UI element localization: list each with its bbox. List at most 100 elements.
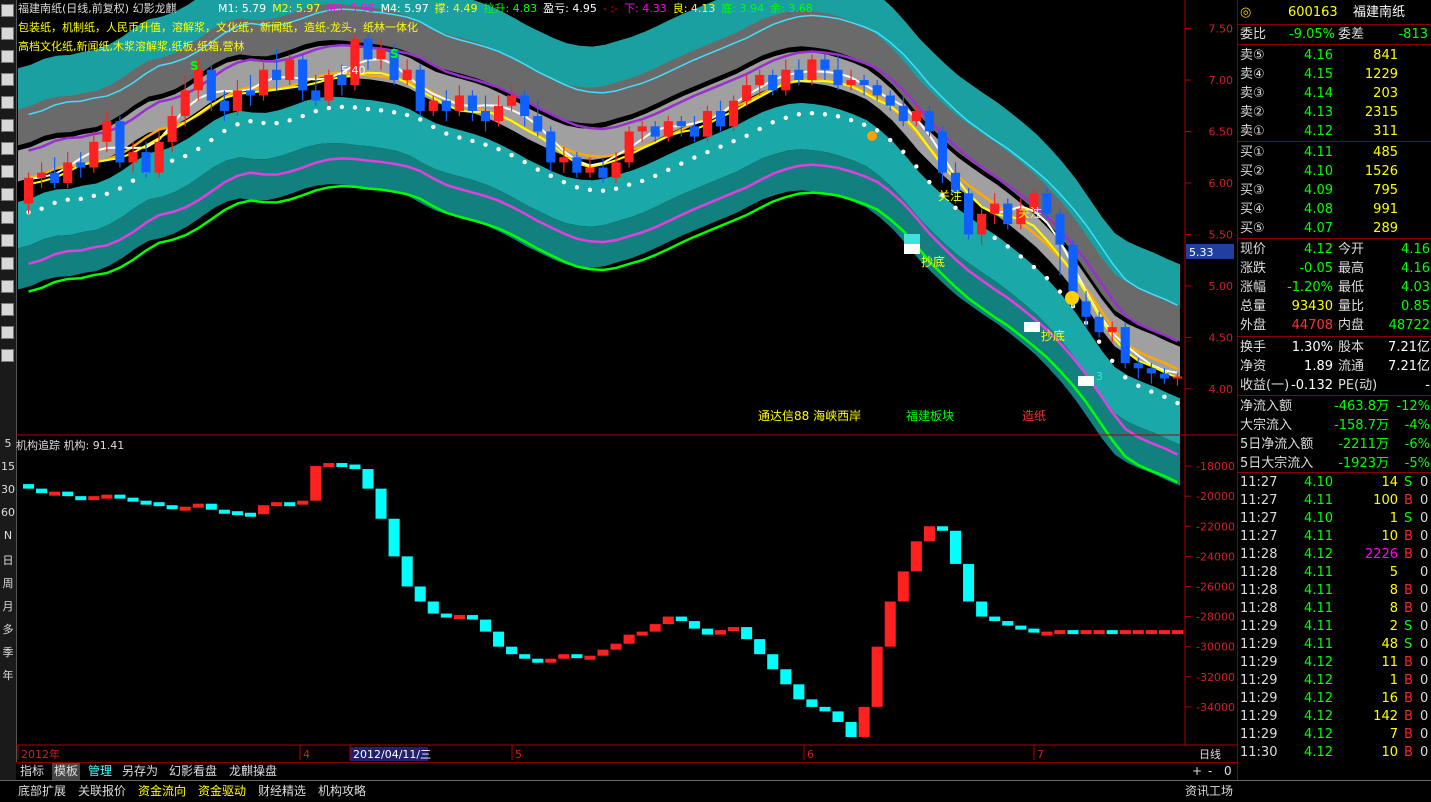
bottom-tab[interactable]: 财经精选 [258, 782, 306, 800]
candle-body [781, 69, 791, 91]
tick-time: 11:29 [1240, 637, 1278, 652]
sell-level: 卖⑤ 4.16 841 [1238, 46, 1431, 65]
tick-side: B [1404, 601, 1413, 616]
sell-label: 卖⑤ [1240, 48, 1265, 63]
period-button[interactable]: 年 [1, 667, 15, 683]
stat-row: 收益(一) -0.132 PE(动) - [1238, 376, 1431, 395]
dot-marker [222, 128, 227, 134]
stat-row: 现价 4.12 今开 4.16 [1238, 240, 1431, 259]
candle [624, 126, 634, 168]
zoom-control[interactable]: 0 [1222, 763, 1234, 780]
rsi-icon[interactable] [1, 234, 14, 247]
candle-body [350, 38, 360, 86]
chart-icon[interactable] [1, 4, 14, 17]
period-button[interactable]: 月 [1, 598, 15, 614]
indicator-tab[interactable]: 另存为 [120, 763, 160, 780]
buy-volume: 795 [1373, 183, 1398, 198]
tick-price: 4.11 [1304, 601, 1333, 616]
k-icon[interactable] [1, 27, 14, 40]
candle-body [298, 59, 308, 91]
bottom-tab[interactable]: 资金流向 [138, 782, 186, 800]
clock-icon[interactable] [1, 326, 14, 339]
dot-marker [874, 128, 880, 133]
info-workshop-tab[interactable]: 资讯工场 [1185, 782, 1233, 800]
ruler-icon[interactable] [1, 349, 14, 362]
candle-body [324, 74, 334, 101]
candle-body [807, 59, 817, 81]
institution-bar [323, 463, 335, 468]
dot-marker [901, 149, 906, 155]
candle [585, 157, 595, 178]
chart-area[interactable]: 7.50 7.00 6.50 6.00 5.50 5.00 4.50 4.00 5.33 关注 关注… [16, 0, 1237, 762]
indicator-tab[interactable]: 龙麒操盘 [227, 763, 279, 780]
dot-marker [365, 107, 371, 112]
period-button[interactable]: 多 [1, 621, 15, 637]
plus-icon[interactable] [1, 303, 14, 316]
indicator-tab[interactable]: 指标 [18, 763, 46, 780]
stock-code: 600163 [1288, 5, 1338, 20]
indicator-tab[interactable]: 幻影看盘 [167, 763, 219, 780]
bottom-tab[interactable]: 底部扩展 [18, 782, 66, 800]
institution-bar [1054, 630, 1066, 635]
zoom-control[interactable]: - [1206, 763, 1214, 780]
price-tick-label: 5.50 [1209, 228, 1234, 241]
red-icon[interactable] [1, 257, 14, 270]
period-button[interactable]: N [1, 529, 15, 542]
bottom-tab[interactable]: 关联报价 [78, 782, 126, 800]
stat-label: 流通 [1338, 359, 1365, 374]
indicator-legend: M1: 5.79 M2: 5.97 M3: 5.96 M4: 5.97 撑: 4.49 拉… [218, 0, 819, 16]
stat-value: -0.132 [1291, 378, 1333, 393]
candle [298, 54, 308, 101]
candle-body [624, 131, 634, 163]
bottom-pick-label: 抄底 [921, 254, 945, 269]
price-tick-label: 5.00 [1209, 280, 1234, 293]
institution-bar [610, 643, 622, 650]
arrow-icon[interactable] [1, 280, 14, 293]
dot-marker [235, 122, 240, 127]
candle-body [63, 162, 73, 183]
period-button[interactable]: 15 [1, 460, 15, 473]
t-icon[interactable] [1, 73, 14, 86]
candle [728, 95, 739, 132]
cursor-icon[interactable] [1, 188, 14, 201]
line-icon[interactable] [1, 119, 14, 132]
dot-marker [196, 146, 201, 152]
indicator-tab[interactable]: 管理 [86, 763, 114, 780]
tick-side: B [1404, 691, 1413, 706]
price-tick-label: 4.50 [1209, 331, 1234, 344]
indicator-tab[interactable]: 模板 [52, 763, 81, 780]
kline-chart[interactable]: 7.507.006.506.005.505.004.504.005.33关注关注… [16, 0, 1237, 762]
tick-volume: 10 [1381, 529, 1398, 544]
bottom-tab[interactable]: 机构攻略 [318, 782, 366, 800]
candle-body [1055, 213, 1065, 245]
price-tick-label: 6.50 [1209, 126, 1234, 139]
period-button[interactable]: 5 [1, 437, 15, 450]
zoom-control[interactable]: + [1190, 763, 1204, 780]
period-button[interactable]: 30 [1, 483, 15, 496]
dot-marker [861, 122, 867, 127]
period-button[interactable]: 日 [1, 552, 15, 568]
dot-marker [561, 179, 567, 185]
draw-icon[interactable] [1, 142, 14, 155]
weibi-label: 委比 [1240, 27, 1267, 42]
attention-label: 关注 [1018, 205, 1042, 220]
institution-bar [714, 630, 727, 635]
fund-flow-row: 大宗流入 -158.7万 -4% [1238, 416, 1431, 435]
dot-marker [744, 133, 749, 139]
period-button[interactable]: 季 [1, 644, 15, 660]
indicator-value: 撑: 4.49 [434, 2, 478, 15]
m-icon[interactable] [1, 96, 14, 109]
dot-marker [927, 179, 932, 185]
grid-icon[interactable] [1, 165, 14, 178]
pen-icon[interactable] [1, 211, 14, 224]
period-button[interactable]: 周 [1, 575, 15, 591]
price-tick-label: 6.00 [1209, 177, 1234, 190]
buy-level: 买③ 4.09 795 [1238, 181, 1431, 200]
stat-value: -1.20% [1287, 280, 1333, 295]
bottom-tab[interactable]: 资金驱动 [198, 782, 246, 800]
indicator-value: M1: 5.79 [218, 2, 267, 15]
period-button[interactable]: 60 [1, 506, 15, 519]
v-icon[interactable] [1, 50, 14, 63]
institution-bar [871, 646, 883, 707]
signal-s-label: S [190, 59, 199, 73]
